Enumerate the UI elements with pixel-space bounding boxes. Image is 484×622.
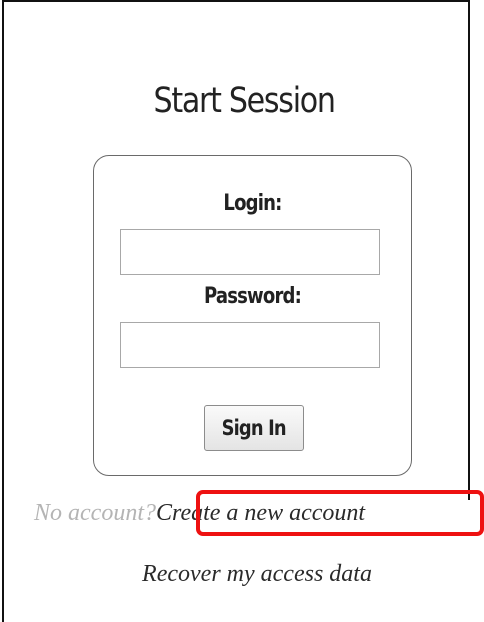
frame-border-left [2, 0, 4, 622]
create-account-link[interactable]: Create a new account [156, 500, 365, 526]
login-input[interactable] [120, 229, 380, 275]
page-title: Start Session [153, 81, 336, 122]
sign-in-button[interactable]: Sign In [204, 405, 304, 451]
frame-border-top [2, 0, 470, 2]
no-account-text: No account? [34, 500, 156, 526]
no-account-line: No account?Create a new account [34, 500, 365, 527]
login-form-card: Login: Password: Sign In [93, 155, 412, 476]
password-label: Password: [203, 284, 302, 309]
frame-border-right [468, 0, 470, 500]
password-input[interactable] [120, 322, 380, 368]
sign-in-button-label: Sign In [221, 416, 287, 440]
login-label: Login: [223, 191, 282, 216]
recover-access-link[interactable]: Recover my access data [0, 561, 484, 588]
